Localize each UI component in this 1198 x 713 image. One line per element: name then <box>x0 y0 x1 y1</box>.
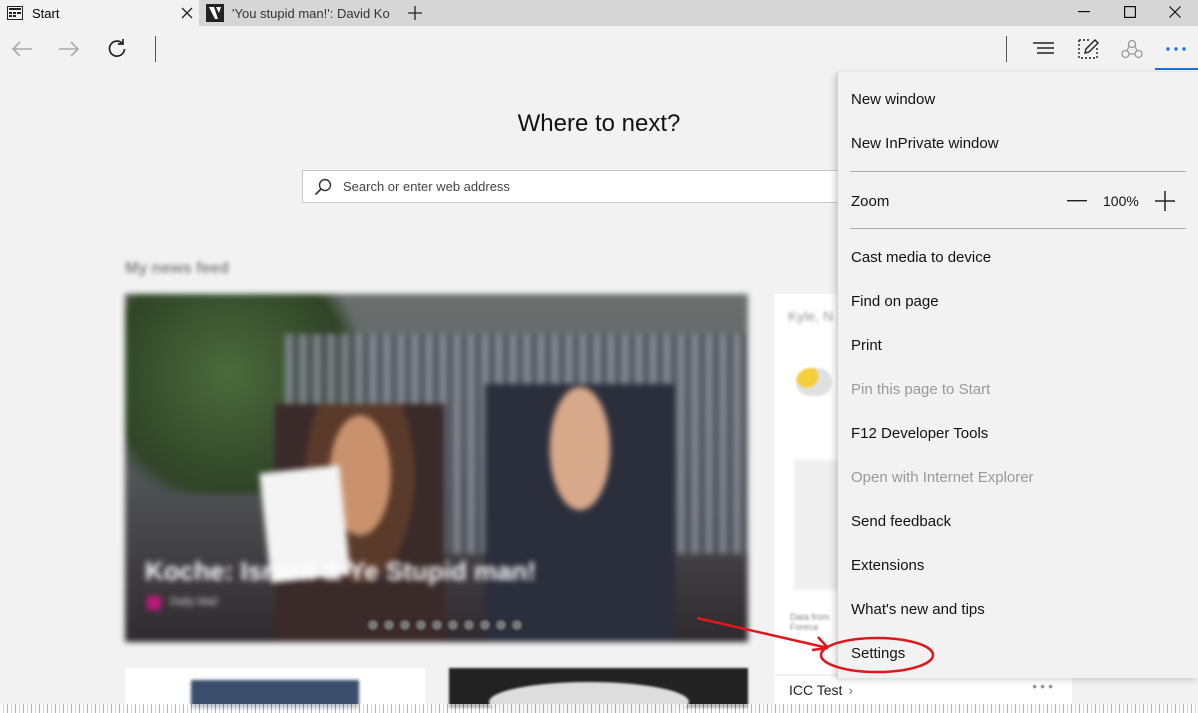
divider <box>1006 36 1007 62</box>
close-window-button[interactable] <box>1152 0 1198 24</box>
news-feed-title: My news feed <box>125 260 230 277</box>
menu-send-feedback[interactable]: Send feedback <box>851 513 951 530</box>
tile-label: ICC Test <box>789 682 843 698</box>
hub-icon[interactable] <box>1028 34 1060 64</box>
menu-separator <box>850 171 1186 172</box>
weather-location: Kyle, N <box>788 308 834 324</box>
news-headline[interactable]: Koche: Israeli & Ye Stupid man! <box>145 556 536 587</box>
menu-settings[interactable]: Settings <box>851 645 905 662</box>
news-source: Daily Mail <box>170 596 218 608</box>
weather-source: Data from Foreca <box>790 612 830 632</box>
site-favicon-icon <box>206 4 224 22</box>
zoom-level: 100% <box>1103 193 1139 209</box>
search-placeholder: Search or enter web address <box>343 179 510 194</box>
search-input[interactable]: Search or enter web address <box>302 170 862 203</box>
close-tab-icon[interactable] <box>175 0 199 26</box>
news-hero-card[interactable]: Koche: Israeli & Ye Stupid man! Daily Ma… <box>125 294 748 642</box>
news-tile[interactable] <box>125 668 425 708</box>
more-actions-menu: New window New InPrivate window Zoom 100… <box>837 72 1198 678</box>
new-tab-button[interactable] <box>402 0 428 26</box>
share-icon[interactable] <box>1116 34 1148 64</box>
more-icon[interactable] <box>1160 34 1192 64</box>
menu-cast-media[interactable]: Cast media to device <box>851 249 991 266</box>
icc-test-tile[interactable]: ICC Test › ••• <box>774 676 1072 704</box>
carousel-indicators[interactable] <box>368 620 522 630</box>
menu-find-on-page[interactable]: Find on page <box>851 293 939 310</box>
partly-cloudy-icon <box>796 368 832 396</box>
start-page-icon <box>6 5 24 21</box>
forecast-card <box>794 460 838 590</box>
chevron-right-icon: › <box>848 682 854 698</box>
maximize-button[interactable] <box>1107 0 1153 24</box>
tab-title: Start <box>32 5 60 21</box>
tab-article[interactable]: 'You stupid man!': David Ko <box>200 0 398 26</box>
tab-start[interactable]: Start <box>0 0 199 26</box>
forward-arrow-icon[interactable] <box>53 34 85 64</box>
divider <box>155 36 156 62</box>
source-logo <box>147 596 161 610</box>
menu-pin-to-start: Pin this page to Start <box>851 381 991 398</box>
menu-new-window[interactable]: New window <box>851 91 935 108</box>
menu-zoom-label: Zoom <box>851 193 890 210</box>
menu-whats-new[interactable]: What's new and tips <box>851 601 985 618</box>
refresh-icon[interactable] <box>101 34 133 64</box>
menu-separator <box>850 228 1186 229</box>
search-icon <box>303 178 343 196</box>
back-arrow-icon[interactable] <box>6 34 38 64</box>
weather-card[interactable]: Kyle, N Data from Foreca <box>774 294 838 674</box>
more-options-icon[interactable]: ••• <box>1032 678 1056 694</box>
tab-title: 'You stupid man!': David Ko <box>232 5 390 21</box>
web-note-icon[interactable] <box>1072 34 1104 64</box>
more-active-indicator <box>1155 68 1198 70</box>
menu-developer-tools[interactable]: F12 Developer Tools <box>851 425 988 442</box>
zoom-out-button[interactable] <box>1066 191 1088 211</box>
navigation-bar <box>0 26 1198 72</box>
menu-new-inprivate-window[interactable]: New InPrivate window <box>851 135 999 152</box>
minimize-button[interactable] <box>1061 0 1107 24</box>
zoom-in-button[interactable] <box>1154 190 1176 212</box>
menu-extensions[interactable]: Extensions <box>851 557 924 574</box>
tab-strip: Start 'You stupid man!': David Ko <box>0 0 1198 26</box>
menu-open-with-ie: Open with Internet Explorer <box>851 469 1034 486</box>
menu-print[interactable]: Print <box>851 337 882 354</box>
news-tile[interactable] <box>449 668 748 713</box>
